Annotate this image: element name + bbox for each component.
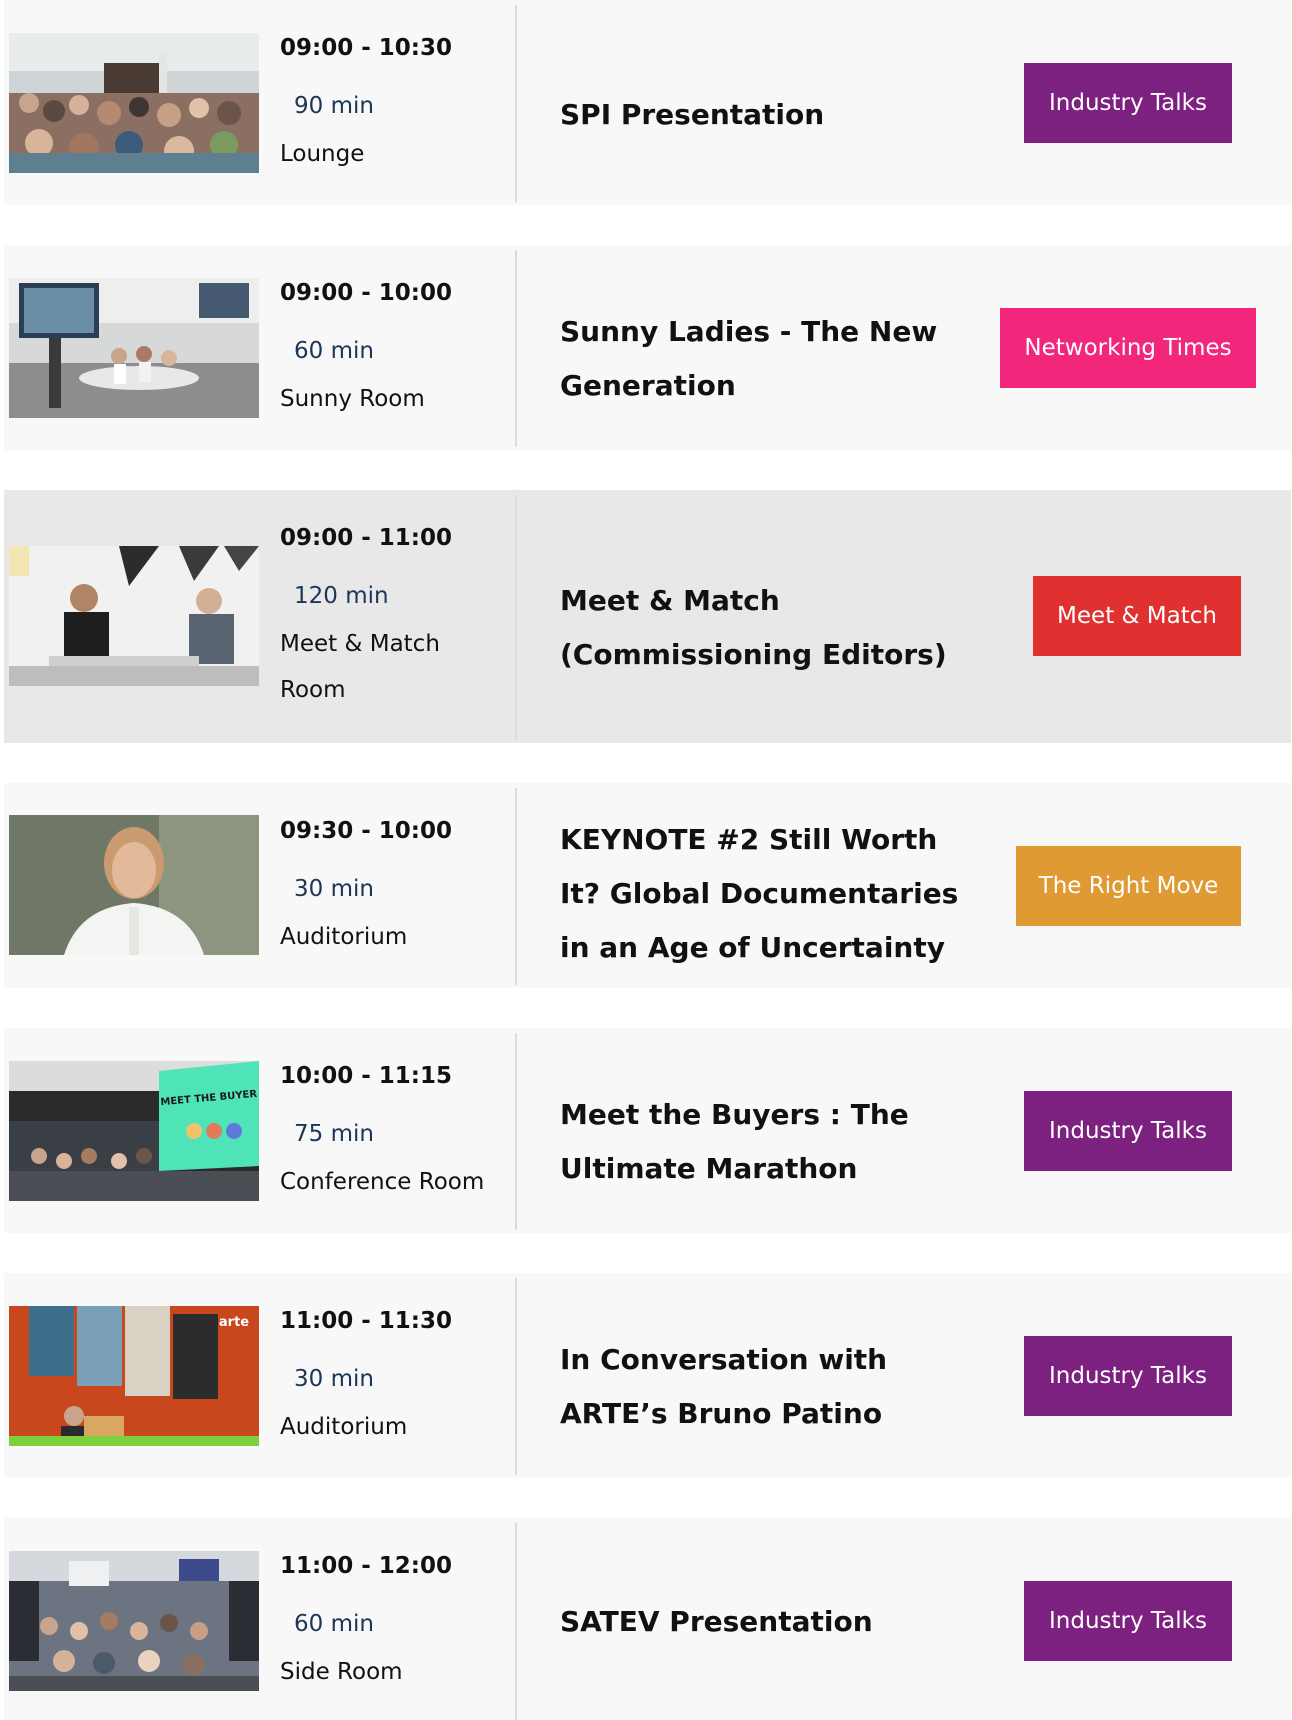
session-row[interactable]: 09:30 - 10:00 30 min Auditorium KEYNOTE … xyxy=(4,783,1291,988)
session-duration: 120 min xyxy=(294,583,389,609)
session-row[interactable]: 09:00 - 10:30 90 min Lounge SPI Presenta… xyxy=(4,0,1291,205)
session-time: 09:00 - 10:00 xyxy=(280,280,452,306)
session-duration: 60 min xyxy=(294,338,374,364)
session-row[interactable]: 09:00 - 11:00 120 min Meet & Match Room … xyxy=(4,490,1291,743)
divider xyxy=(515,5,517,202)
session-room: Meet & Match Room xyxy=(280,631,440,703)
session-time: 11:00 - 12:00 xyxy=(280,1553,452,1579)
session-room: Auditorium xyxy=(280,924,408,950)
session-image[interactable]: arte xyxy=(9,1306,259,1446)
session-title[interactable]: SPI Presentation xyxy=(560,88,960,142)
divider xyxy=(515,1278,517,1475)
session-image[interactable] xyxy=(9,278,259,418)
session-room: Auditorium xyxy=(280,1414,408,1440)
session-time: 09:00 - 10:30 xyxy=(280,35,452,61)
session-title[interactable]: Meet the Buyers : The Ultimate Marathon xyxy=(560,1088,960,1196)
session-time: 09:00 - 11:00 xyxy=(280,525,452,551)
session-room: Conference Room xyxy=(280,1169,485,1195)
session-time: 09:30 - 10:00 xyxy=(280,818,452,844)
session-duration: 60 min xyxy=(294,1611,374,1637)
session-title[interactable]: SATEV Presentation xyxy=(560,1595,960,1649)
session-row[interactable]: 09:00 - 10:00 60 min Sunny Room Sunny La… xyxy=(4,245,1291,450)
session-time: 10:00 - 11:15 xyxy=(280,1063,452,1089)
divider xyxy=(515,495,517,740)
session-room: Side Room xyxy=(280,1659,403,1685)
session-duration: 30 min xyxy=(294,1366,374,1392)
session-room: Lounge xyxy=(280,141,365,167)
session-row[interactable]: arte 11:00 - 11:30 30 min Auditorium In … xyxy=(4,1273,1291,1478)
category-tag[interactable]: Meet & Match xyxy=(1033,576,1241,656)
category-tag[interactable]: Industry Talks xyxy=(1024,1336,1232,1416)
session-duration: 90 min xyxy=(294,93,374,119)
session-image[interactable] xyxy=(9,815,259,955)
divider xyxy=(515,1033,517,1230)
screen-text: arte xyxy=(219,1315,249,1330)
session-duration: 30 min xyxy=(294,876,374,902)
category-tag[interactable]: Networking Times xyxy=(1000,308,1256,388)
schedule-list: 09:00 - 10:30 90 min Lounge SPI Presenta… xyxy=(0,0,1292,1720)
session-row[interactable]: 11:00 - 12:00 60 min Side Room SATEV Pre… xyxy=(4,1518,1291,1720)
session-image[interactable] xyxy=(9,33,259,173)
session-image[interactable] xyxy=(9,1551,259,1691)
divider xyxy=(515,788,517,985)
category-tag[interactable]: Industry Talks xyxy=(1024,1091,1232,1171)
category-tag[interactable]: The Right Move xyxy=(1016,846,1241,926)
category-tag[interactable]: Industry Talks xyxy=(1024,63,1232,143)
session-title[interactable]: KEYNOTE #2 Still Worth It? Global Docume… xyxy=(560,813,960,975)
session-image[interactable] xyxy=(9,546,259,686)
divider xyxy=(515,250,517,447)
divider xyxy=(515,1523,517,1720)
category-tag[interactable]: Industry Talks xyxy=(1024,1581,1232,1661)
session-row[interactable]: MEET THE BUYER 10:00 - 11:15 75 min Conf… xyxy=(4,1028,1291,1233)
session-time: 11:00 - 11:30 xyxy=(280,1308,452,1334)
session-image[interactable]: MEET THE BUYER xyxy=(9,1061,259,1201)
session-room: Sunny Room xyxy=(280,386,425,412)
session-title[interactable]: In Conversation with ARTE’s Bruno Patino xyxy=(560,1333,960,1441)
session-title[interactable]: Meet & Match (Commissioning Editors) xyxy=(560,574,960,682)
session-duration: 75 min xyxy=(294,1121,374,1147)
session-title[interactable]: Sunny Ladies - The New Generation xyxy=(560,305,960,413)
